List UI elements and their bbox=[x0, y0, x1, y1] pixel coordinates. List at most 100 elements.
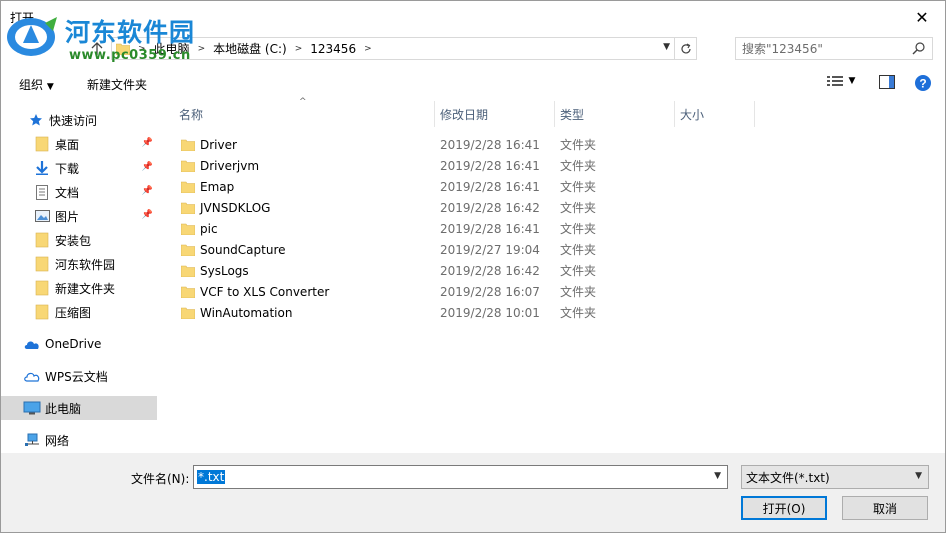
file-date: 2019/2/28 16:41 bbox=[440, 158, 540, 173]
sidebar-item-label: WPS云文档 bbox=[45, 369, 108, 384]
sidebar-item-label: 安装包 bbox=[55, 233, 92, 248]
filename-input[interactable]: *.txt ▼ bbox=[193, 465, 728, 489]
table-row[interactable]: SysLogs 2019/2/28 16:42 文件夹 bbox=[177, 260, 737, 281]
filename-label: 文件名(N): bbox=[131, 472, 190, 486]
help-button[interactable]: ? bbox=[913, 75, 933, 91]
new-folder-button[interactable]: 新建文件夹 bbox=[87, 76, 147, 93]
column-header-name[interactable]: 名称 ^ bbox=[161, 97, 435, 127]
sidebar-item-quick-access[interactable]: 快速访问 bbox=[1, 108, 157, 132]
filetype-select[interactable]: 文本文件(*.txt) ▼ bbox=[741, 465, 929, 489]
folder-icon bbox=[181, 265, 195, 277]
folder-icon bbox=[33, 136, 51, 152]
chevron-right-icon[interactable]: > bbox=[194, 44, 210, 54]
chevron-right-icon[interactable]: > bbox=[360, 44, 376, 54]
table-row[interactable]: WinAutomation 2019/2/28 10:01 文件夹 bbox=[177, 302, 737, 323]
sidebar-item-pictures[interactable]: 图片 📌 bbox=[1, 204, 157, 228]
file-date: 2019/2/28 16:07 bbox=[440, 284, 540, 299]
address-bar[interactable]: > 此电脑 > 本地磁盘 (C:) > 123456 > ▼ bbox=[111, 37, 697, 60]
column-header-size[interactable]: 大小 bbox=[675, 101, 755, 127]
file-type: 文件夹 bbox=[560, 306, 597, 320]
view-options-button[interactable]: ▼ bbox=[823, 75, 859, 87]
file-name: VCF to XLS Converter bbox=[200, 284, 330, 299]
picture-icon bbox=[33, 208, 51, 224]
details-view-icon bbox=[826, 76, 843, 86]
column-header-type[interactable]: 类型 bbox=[555, 101, 675, 127]
sidebar-item-label: 新建文件夹 bbox=[55, 281, 116, 296]
cloud-outline-icon bbox=[23, 368, 41, 384]
close-button[interactable]: ✕ bbox=[899, 1, 945, 33]
chevron-right-icon[interactable]: > bbox=[291, 44, 307, 54]
file-date: 2019/2/28 16:41 bbox=[440, 221, 540, 236]
chevron-down-icon: ▼ bbox=[848, 76, 856, 86]
file-name: Driver bbox=[200, 137, 237, 152]
command-bar: 组织 ▼ 新建文件夹 ▼ ? bbox=[1, 67, 945, 101]
help-icon: ? bbox=[915, 75, 931, 91]
file-name: Emap bbox=[200, 179, 235, 194]
table-row[interactable]: VCF to XLS Converter 2019/2/28 16:07 文件夹 bbox=[177, 281, 737, 302]
file-date: 2019/2/27 19:04 bbox=[440, 242, 540, 257]
sidebar-item-network[interactable]: 网络 bbox=[1, 428, 157, 452]
sidebar-item-this-pc[interactable]: 此电脑 bbox=[1, 396, 157, 420]
breadcrumb-this-pc[interactable]: 此电脑 bbox=[150, 38, 194, 59]
sidebar-item-folder[interactable]: 河东软件园 bbox=[1, 252, 157, 276]
folder-icon bbox=[181, 181, 195, 193]
sidebar-item-downloads[interactable]: 下载 📌 bbox=[1, 156, 157, 180]
table-row[interactable]: Emap 2019/2/28 16:41 文件夹 bbox=[177, 176, 737, 197]
refresh-button[interactable] bbox=[674, 38, 696, 59]
pin-icon[interactable]: 📌 bbox=[142, 186, 153, 196]
table-row[interactable]: SoundCapture 2019/2/27 19:04 文件夹 bbox=[177, 239, 737, 260]
organize-label: 组织 bbox=[19, 78, 44, 92]
cancel-button[interactable]: 取消 bbox=[842, 496, 928, 520]
organize-button[interactable]: 组织 ▼ bbox=[19, 76, 54, 93]
up-arrow-icon[interactable] bbox=[87, 37, 107, 61]
chevron-down-icon[interactable]: ▼ bbox=[663, 42, 670, 52]
sidebar-item-label: 压缩图 bbox=[55, 305, 92, 320]
search-placeholder: 搜索"123456" bbox=[742, 42, 823, 56]
table-row[interactable]: pic 2019/2/28 16:41 文件夹 bbox=[177, 218, 737, 239]
address-row: > 此电脑 > 本地磁盘 (C:) > 123456 > ▼ 搜索"123456… bbox=[1, 37, 945, 61]
column-header-date[interactable]: 修改日期 bbox=[435, 101, 555, 127]
folder-icon bbox=[181, 307, 195, 319]
download-icon bbox=[33, 160, 51, 176]
sidebar-item-folder[interactable]: 安装包 bbox=[1, 228, 157, 252]
table-row[interactable]: Driverjvm 2019/2/28 16:41 文件夹 bbox=[177, 155, 737, 176]
sidebar-item-label: OneDrive bbox=[45, 337, 102, 351]
preview-pane-button[interactable] bbox=[877, 75, 897, 89]
search-icon[interactable] bbox=[912, 41, 926, 58]
file-date: 2019/2/28 10:01 bbox=[440, 305, 540, 320]
chevron-down-icon[interactable]: ▼ bbox=[714, 471, 721, 481]
pin-icon[interactable]: 📌 bbox=[142, 138, 153, 148]
computer-icon bbox=[23, 400, 41, 416]
star-icon bbox=[27, 112, 45, 128]
sidebar-item-documents[interactable]: 文档 📌 bbox=[1, 180, 157, 204]
sidebar-item-label: 下载 bbox=[55, 161, 80, 176]
file-list: 名称 ^ 修改日期 类型 大小 Driver 2019/2/28 16:41 文件夹… bbox=[161, 97, 945, 453]
folder-icon bbox=[181, 286, 195, 298]
sidebar-item-label: 图片 bbox=[55, 209, 80, 224]
breadcrumb-local-disk[interactable]: 本地磁盘 (C:) bbox=[209, 38, 291, 59]
cloud-icon bbox=[23, 336, 41, 352]
sidebar-item-wps[interactable]: WPS云文档 bbox=[1, 364, 157, 388]
navigation-pane: 快速访问 桌面 📌 下载 📌 文档 📌 图片 📌 安装包 河东软件园 新建文件夹… bbox=[1, 101, 159, 453]
breadcrumb-folder[interactable]: 123456 bbox=[306, 38, 360, 59]
sidebar-item-folder[interactable]: 新建文件夹 bbox=[1, 276, 157, 300]
file-name: JVNSDKLOG bbox=[200, 200, 271, 215]
folder-icon bbox=[181, 223, 195, 235]
sidebar-item-folder[interactable]: 压缩图 bbox=[1, 300, 157, 324]
document-icon bbox=[33, 184, 51, 200]
pin-icon[interactable]: 📌 bbox=[142, 162, 153, 172]
table-row[interactable]: JVNSDKLOG 2019/2/28 16:42 文件夹 bbox=[177, 197, 737, 218]
sidebar-item-desktop[interactable]: 桌面 📌 bbox=[1, 132, 157, 156]
sidebar-item-onedrive[interactable]: OneDrive bbox=[1, 332, 157, 356]
search-input[interactable]: 搜索"123456" bbox=[735, 37, 933, 60]
chevron-down-icon: ▼ bbox=[46, 82, 54, 92]
sidebar-item-label: 文档 bbox=[55, 185, 80, 200]
open-button[interactable]: 打开(O) bbox=[741, 496, 827, 520]
pin-icon[interactable]: 📌 bbox=[142, 210, 153, 220]
open-file-dialog: 打开 ✕ > 此电脑 > 本地磁盘 (C:) > 123456 > ▼ 搜索"1… bbox=[0, 0, 946, 533]
file-date: 2019/2/28 16:41 bbox=[440, 137, 540, 152]
chevron-down-icon: ▼ bbox=[915, 471, 922, 481]
filename-value: *.txt bbox=[197, 470, 226, 484]
table-row[interactable]: Driver 2019/2/28 16:41 文件夹 bbox=[177, 134, 737, 155]
folder-icon bbox=[33, 280, 51, 296]
